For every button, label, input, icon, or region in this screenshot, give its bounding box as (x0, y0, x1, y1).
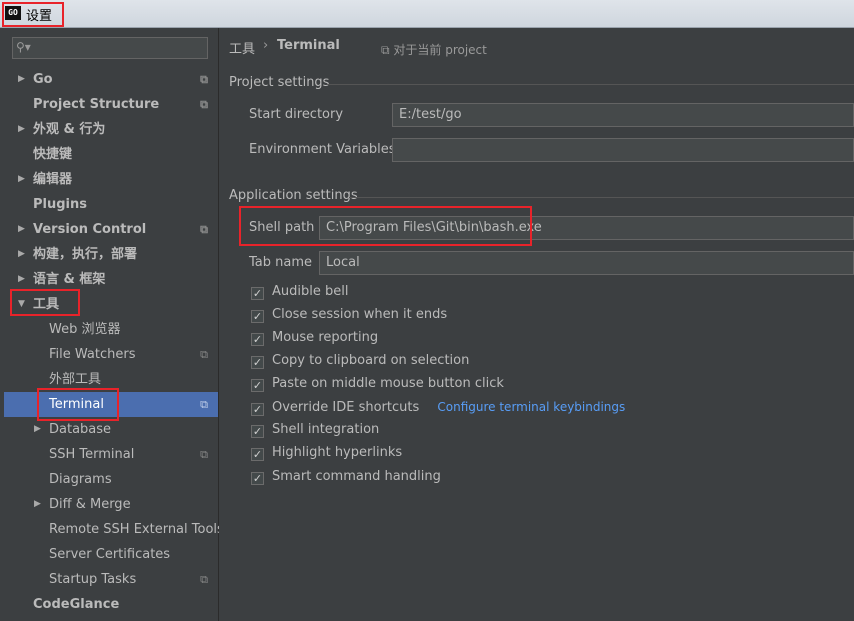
start-directory-input[interactable]: E:/test/go (392, 103, 854, 127)
copy-icon: ⧉ (200, 448, 208, 461)
tree-item-terminal[interactable]: Terminal ⧉ (4, 392, 218, 417)
shell-path-input[interactable]: C:\Program Files\Git\bin\bash.exe (319, 216, 854, 240)
tree-item-diff-merge[interactable]: ▶ Diff & Merge (4, 492, 218, 517)
search-icon: ⚲▾ (16, 40, 31, 54)
checkmark-icon[interactable]: ✓ (251, 472, 264, 485)
tree-item-tools[interactable]: ▼ 工具 (4, 292, 218, 317)
checkmark-icon[interactable]: ✓ (251, 310, 264, 323)
expand-arrow-icon[interactable]: ▶ (18, 167, 25, 192)
expand-arrow-icon[interactable]: ▶ (18, 67, 25, 92)
settings-sidebar: ⚲▾ ▶ Go ⧉ Project Structure ⧉ ▶ 外观 & 行为 … (0, 28, 224, 621)
configure-keybindings-link[interactable]: Configure terminal keybindings (437, 400, 625, 414)
checkmark-icon[interactable]: ✓ (251, 403, 264, 416)
application-settings-heading: Application settings (229, 188, 358, 203)
tree-item-build[interactable]: ▶ 构建，执行，部署 (4, 242, 218, 267)
copy-icon: ⧉ (200, 73, 208, 86)
env-vars-label: Environment Variables (249, 142, 396, 157)
tree-item-plugins[interactable]: Plugins (4, 192, 218, 217)
copy-icon: ⧉ (200, 98, 208, 111)
window-title: 设置 (26, 9, 53, 24)
shell-integration-checkbox[interactable]: ✓ Shell integration (251, 420, 379, 440)
tree-item-external-tools[interactable]: 外部工具 (4, 367, 218, 392)
checkmark-icon[interactable]: ✓ (251, 333, 264, 346)
copy-icon: ⧉ (200, 398, 208, 411)
app-logo-icon: GO (5, 6, 21, 20)
expand-arrow-icon[interactable]: ▶ (18, 242, 25, 267)
breadcrumb-current: Terminal (277, 38, 340, 53)
tree-item-file-watchers[interactable]: File Watchers ⧉ (4, 342, 218, 367)
copy-on-selection-checkbox[interactable]: ✓ Copy to clipboard on selection (251, 351, 469, 371)
breadcrumb-separator: › (263, 38, 269, 53)
start-directory-label: Start directory (249, 107, 344, 122)
expand-arrow-icon[interactable]: ▶ (34, 417, 41, 442)
copy-icon: ⧉ (381, 43, 394, 57)
tree-item-go[interactable]: ▶ Go ⧉ (4, 67, 218, 92)
env-vars-input[interactable] (392, 138, 854, 162)
collapse-arrow-icon[interactable]: ▼ (18, 292, 25, 317)
tree-item-languages[interactable]: ▶ 语言 & 框架 (4, 267, 218, 292)
tree-item-database[interactable]: ▶ Database (4, 417, 218, 442)
smart-command-checkbox[interactable]: ✓ Smart command handling (251, 467, 441, 487)
tree-item-diagrams[interactable]: Diagrams (4, 467, 218, 492)
tree-item-remote-ssh-tools[interactable]: Remote SSH External Tools (4, 517, 224, 542)
checkmark-icon[interactable]: ✓ (251, 425, 264, 438)
tree-item-server-certificates[interactable]: Server Certificates (4, 542, 218, 567)
checkmark-icon[interactable]: ✓ (251, 379, 264, 392)
tree-item-startup-tasks[interactable]: Startup Tasks ⧉ (4, 567, 218, 592)
tree-item-keymap[interactable]: 快捷键 (4, 142, 218, 167)
breadcrumb-parent: 工具 (229, 42, 256, 57)
tree-item-appearance[interactable]: ▶ 外观 & 行为 (4, 117, 218, 142)
tree-item-web-browsers[interactable]: Web 浏览器 (4, 317, 218, 342)
tree-item-editor[interactable]: ▶ 编辑器 (4, 167, 218, 192)
copy-icon: ⧉ (200, 348, 208, 361)
audible-bell-checkbox[interactable]: ✓ Audible bell (251, 282, 348, 302)
expand-arrow-icon[interactable]: ▶ (18, 217, 25, 242)
tab-name-input[interactable]: Local (319, 251, 854, 275)
scope-note: ⧉ 对于当前 project (381, 43, 487, 57)
section-divider (349, 197, 854, 198)
paste-middle-click-checkbox[interactable]: ✓ Paste on middle mouse button click (251, 374, 504, 394)
terminal-settings-panel: 工具 › Terminal ⧉ 对于当前 project Project set… (219, 28, 854, 621)
expand-arrow-icon[interactable]: ▶ (18, 267, 25, 292)
search-input[interactable]: ⚲▾ (12, 37, 208, 59)
highlight-hyperlinks-checkbox[interactable]: ✓ Highlight hyperlinks (251, 443, 402, 463)
checkmark-icon[interactable]: ✓ (251, 356, 264, 369)
expand-arrow-icon[interactable]: ▶ (18, 117, 25, 142)
checkmark-icon[interactable]: ✓ (251, 287, 264, 300)
override-shortcuts-checkbox[interactable]: ✓ Override IDE shortcuts Configure termin… (251, 397, 625, 417)
project-settings-heading: Project settings (229, 75, 330, 90)
copy-icon: ⧉ (200, 223, 208, 236)
tree-item-project-structure[interactable]: Project Structure ⧉ (4, 92, 218, 117)
tree-item-codeglance[interactable]: CodeGlance (4, 592, 218, 617)
tree-item-version-control[interactable]: ▶ Version Control ⧉ (4, 217, 218, 242)
section-divider (327, 84, 854, 85)
checkmark-icon[interactable]: ✓ (251, 448, 264, 461)
tree-item-ssh-terminal[interactable]: SSH Terminal ⧉ (4, 442, 218, 467)
title-bar: GO 设置 (0, 0, 854, 28)
mouse-reporting-checkbox[interactable]: ✓ Mouse reporting (251, 328, 378, 348)
copy-icon: ⧉ (200, 573, 208, 586)
close-session-checkbox[interactable]: ✓ Close session when it ends (251, 305, 447, 325)
expand-arrow-icon[interactable]: ▶ (34, 492, 41, 517)
shell-path-label: Shell path (249, 220, 315, 235)
tab-name-label: Tab name (249, 255, 313, 270)
